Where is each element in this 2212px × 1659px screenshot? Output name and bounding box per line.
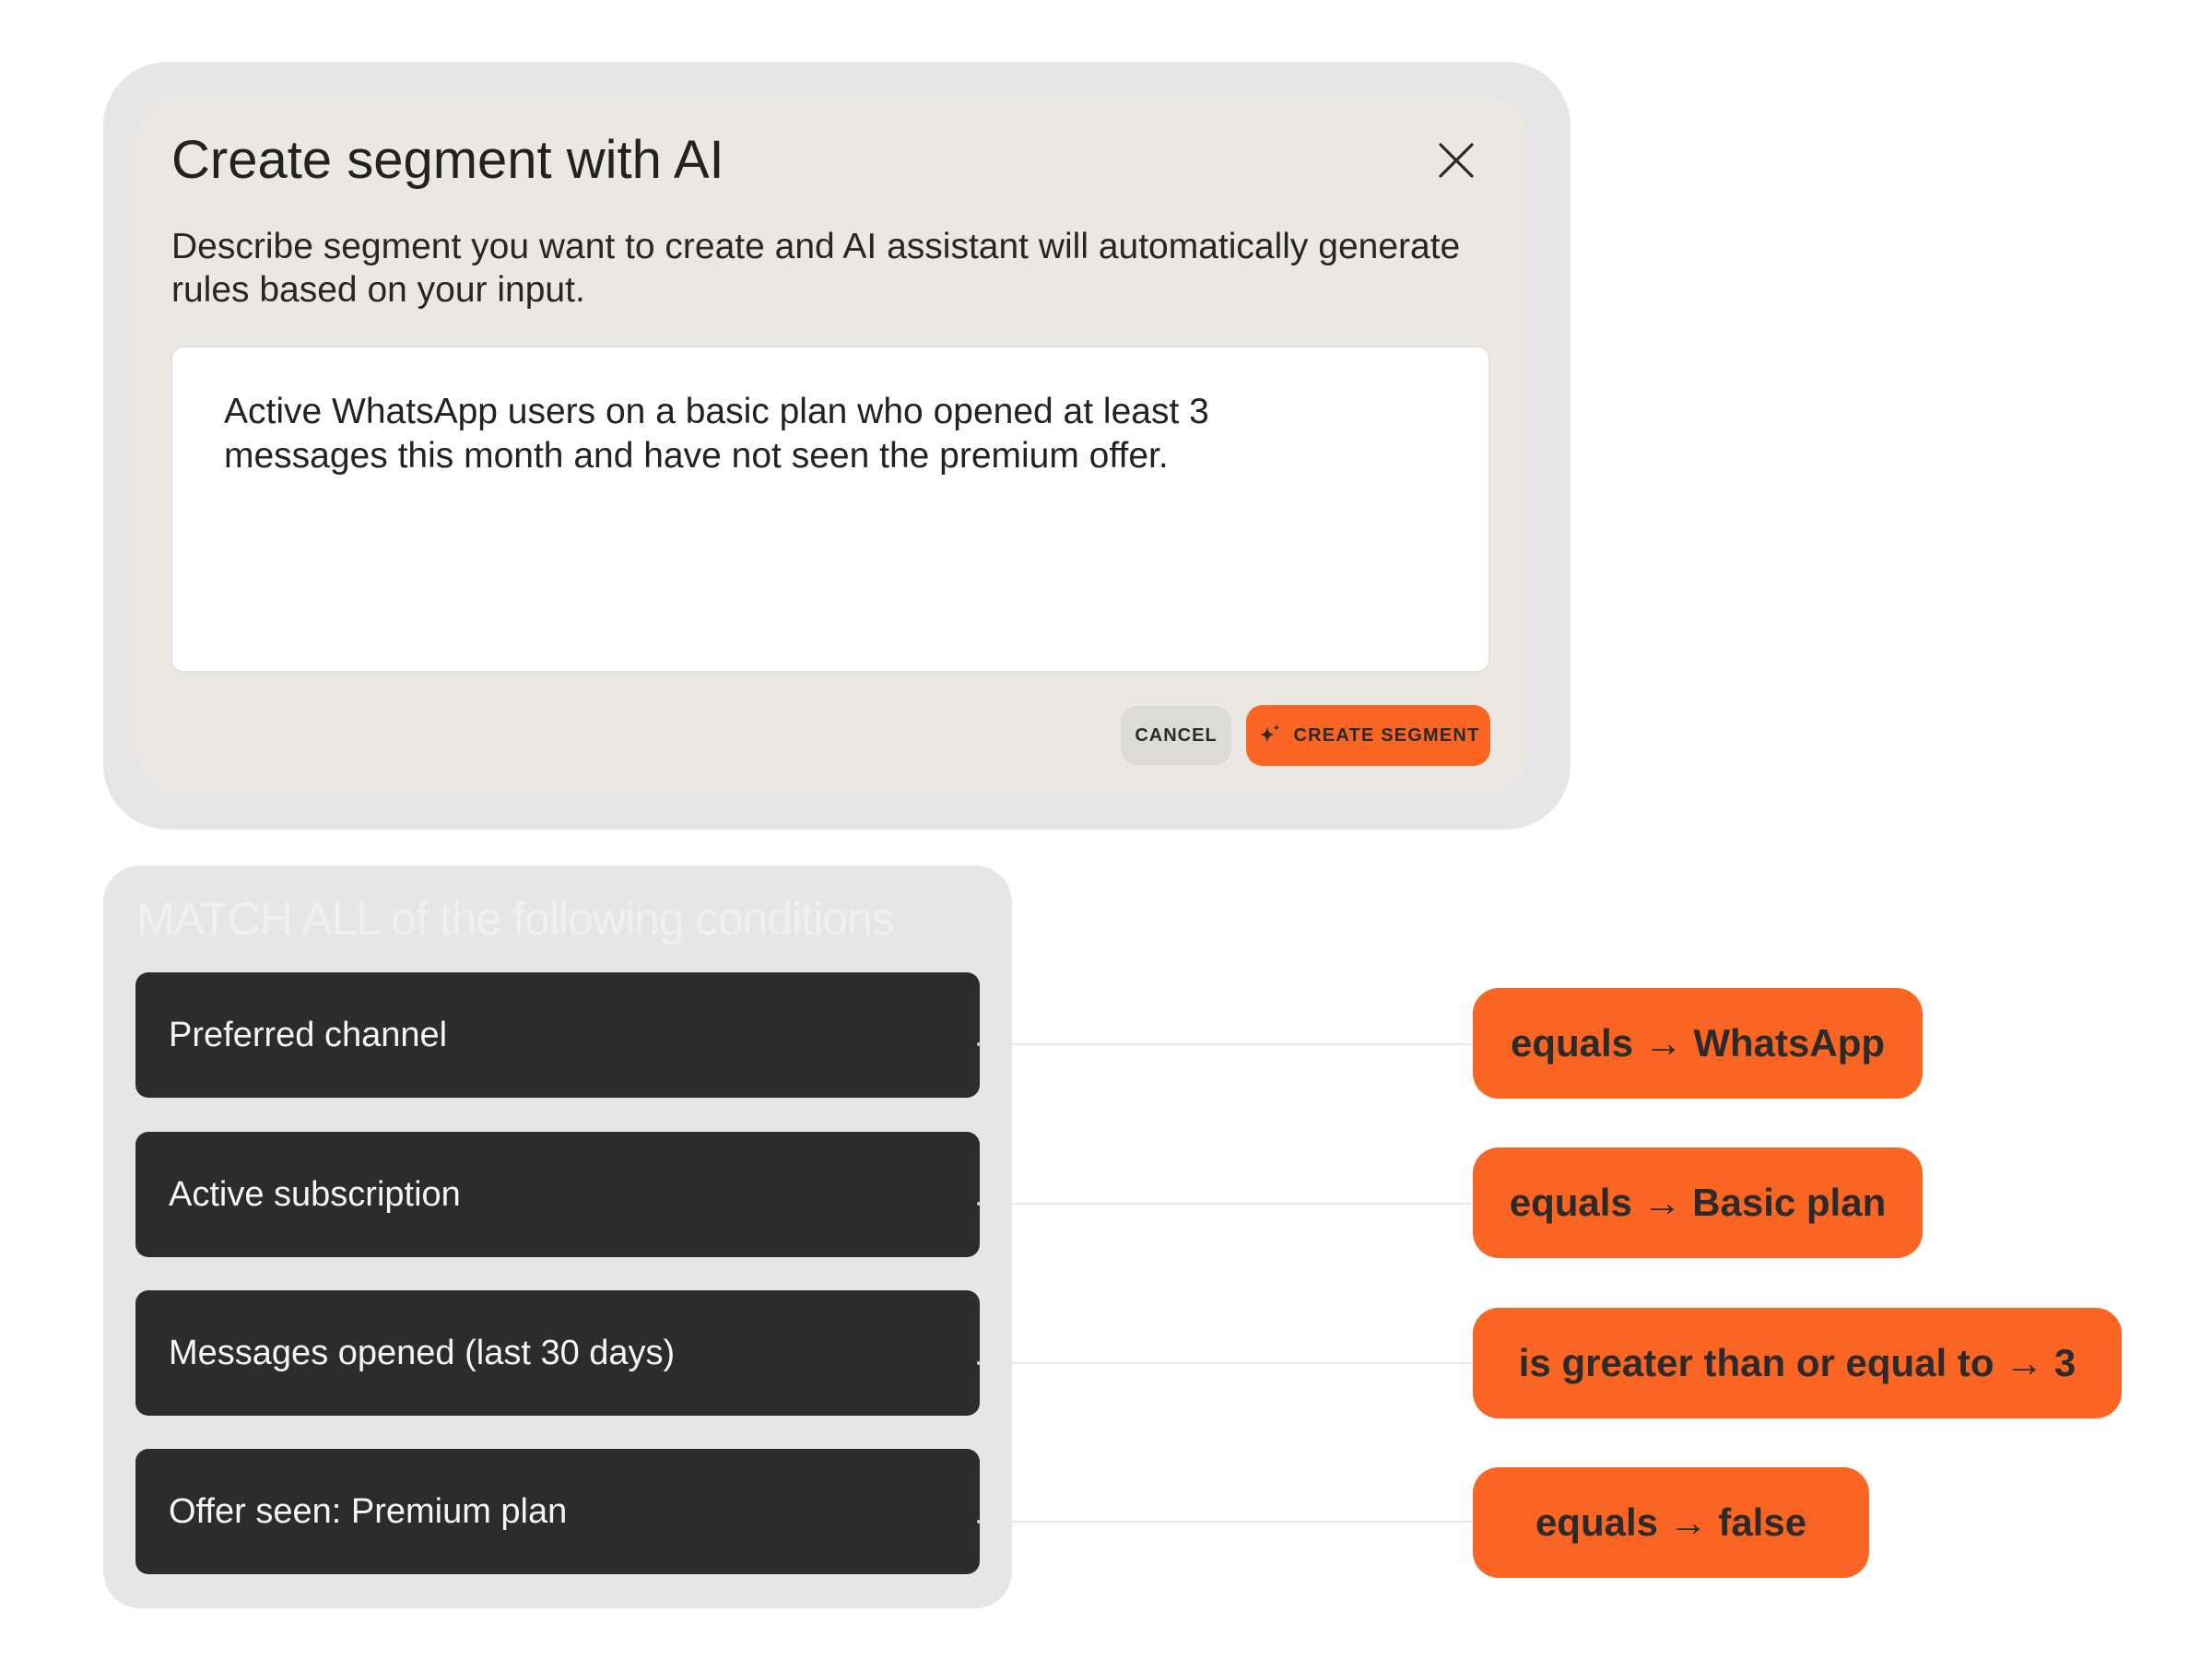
sparkle-icon xyxy=(1259,724,1279,743)
condition-row-active-subscription[interactable]: Active subscription xyxy=(135,1132,980,1257)
connector-line xyxy=(981,1521,1473,1523)
condition-row-messages-opened[interactable]: Messages opened (last 30 days) xyxy=(135,1290,980,1416)
rule-pill-messages-opened[interactable]: is greater than or equal to → 3 xyxy=(1473,1308,2122,1418)
condition-row-preferred-channel[interactable]: Preferred channel xyxy=(135,972,980,1098)
connector-line xyxy=(981,1362,1473,1364)
close-button[interactable] xyxy=(1432,136,1480,184)
cancel-button[interactable]: CANCEL xyxy=(1121,706,1231,765)
modal-description: Describe segment you want to create and … xyxy=(171,227,1461,310)
condition-field-label: Offer seen: Premium plan xyxy=(169,1491,568,1531)
close-icon xyxy=(1439,143,1474,178)
rule-pill-preferred-channel[interactable]: equals → WhatsApp xyxy=(1473,988,1923,1099)
conditions-heading: MATCH ALL of the following conditions xyxy=(136,893,895,945)
condition-field-label: Active subscription xyxy=(169,1174,461,1214)
modal-title: Create segment with AI xyxy=(171,130,724,190)
segment-prompt-textarea[interactable]: Active WhatsApp users on a basic plan wh… xyxy=(171,346,1490,673)
rule-pill-active-subscription[interactable]: equals → Basic plan xyxy=(1473,1147,1923,1258)
segment-prompt-text: Active WhatsApp users on a basic plan wh… xyxy=(224,392,1209,476)
rule-pill-offer-seen[interactable]: equals → false xyxy=(1473,1467,1869,1578)
condition-field-label: Messages opened (last 30 days) xyxy=(169,1333,676,1372)
create-segment-label: CREATE SEGMENT xyxy=(1293,724,1480,746)
condition-field-label: Preferred channel xyxy=(169,1015,448,1054)
condition-row-offer-seen[interactable]: Offer seen: Premium plan xyxy=(135,1449,980,1574)
stage: Create segment with AI Describe segment … xyxy=(0,0,2212,1659)
connector-line xyxy=(981,1043,1473,1045)
create-segment-button[interactable]: CREATE SEGMENT xyxy=(1246,705,1490,766)
connector-line xyxy=(981,1203,1473,1205)
